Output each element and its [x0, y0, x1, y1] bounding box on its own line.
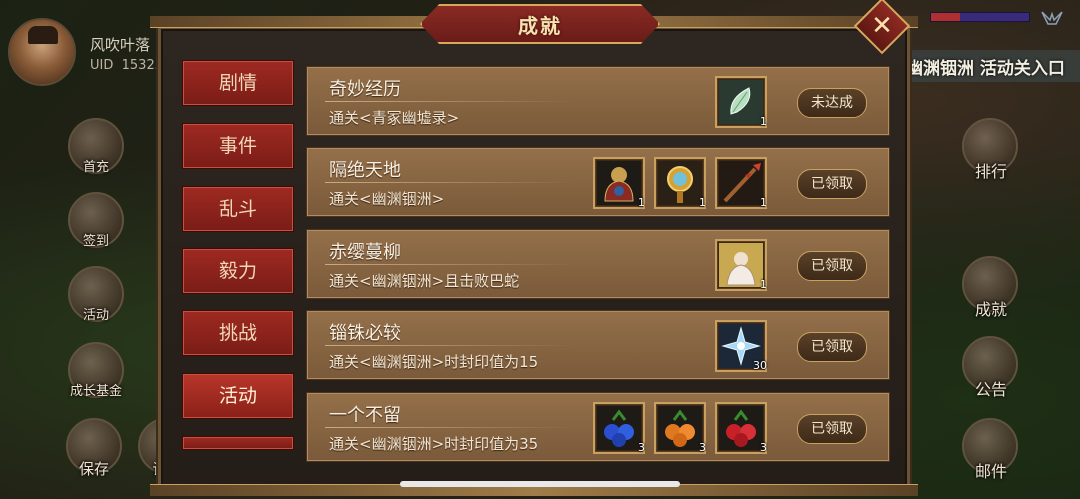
status-button-claimed[interactable]: 已领取 [797, 251, 867, 281]
uid-value: 15323 [121, 58, 163, 73]
checkin-label: 签到 [82, 234, 109, 249]
achievement-row: 奇妙经历 通关<青冢幽墟录> 1 未达成 [306, 66, 890, 136]
achievement-row: 锱铢必较 通关<幽渊铟洲>时封印值为15 30 已领取 [306, 310, 890, 380]
status-button-claimed[interactable]: 已领取 [797, 169, 867, 199]
row-divider [325, 182, 575, 183]
avatar[interactable] [8, 18, 76, 86]
notice-label: 公告 [974, 380, 1007, 399]
achievement-title: 一个不留 [329, 405, 401, 426]
tab-brawl[interactable]: 乱斗 [182, 186, 294, 232]
armor-icon[interactable]: 1 [593, 157, 645, 209]
achievement-label: 成就 [974, 300, 1007, 319]
achievement-desc: 通关<幽渊铟洲>时封印值为15 [329, 353, 539, 371]
achievement-desc: 通关<幽渊铟洲> [329, 190, 445, 208]
scroll-indicator[interactable] [400, 481, 680, 487]
achievement-title: 锱铢必较 [329, 323, 401, 344]
item-count: 1 [760, 115, 767, 128]
item-count: 3 [699, 441, 706, 454]
item-count: 30 [753, 359, 767, 372]
growth-fund-label: 成长基金 [69, 384, 122, 399]
row-divider [325, 101, 575, 102]
mail-label: 邮件 [974, 462, 1007, 481]
achievement-desc: 通关<青冢幽墟录> [329, 109, 460, 127]
tab-activity[interactable]: 活动 [182, 373, 294, 419]
event-entry-banner[interactable]: 幽渊铟洲 活动关入口 [900, 50, 1080, 82]
item-count: 1 [638, 196, 645, 209]
blue-berries-icon[interactable]: 3 [593, 402, 645, 454]
achievement-row: 隔绝天地 通关<幽渊铟洲> 1 1 1 已领取 [306, 147, 890, 217]
panel-title: 成就 [518, 14, 562, 38]
achievement-title: 隔绝天地 [329, 160, 401, 181]
achievement-desc: 通关<幽渊铟洲>时封印值为35 [329, 435, 539, 453]
achievement-title: 奇妙经历 [329, 79, 401, 100]
row-divider [325, 345, 575, 346]
status-button-claimed[interactable]: 已领取 [797, 332, 867, 362]
item-count: 3 [760, 441, 767, 454]
tab-story[interactable]: 剧情 [182, 60, 294, 106]
achievement-title: 赤缨蔓柳 [329, 242, 401, 263]
status-button-not-achieved[interactable]: 未达成 [797, 88, 867, 118]
item-count: 1 [760, 196, 767, 209]
achievement-row: 赤缨蔓柳 通关<幽渊铟洲>且击败巴蛇 1 已领取 [306, 229, 890, 299]
orange-berries-icon[interactable]: 3 [654, 402, 706, 454]
tab-challenge[interactable]: 挑战 [182, 310, 294, 356]
status-button-claimed[interactable]: 已领取 [797, 414, 867, 444]
tab-perseverance[interactable]: 毅力 [182, 248, 294, 294]
ranking-label: 排行 [974, 162, 1007, 181]
achievement-row: 一个不留 通关<幽渊铟洲>时封印值为35 3 3 3 已领取 [306, 392, 890, 462]
first-charge-label: 首充 [82, 160, 109, 175]
bird-icon [1040, 8, 1064, 28]
close-icon[interactable]: ✕ [862, 8, 902, 44]
golden-mirror-icon[interactable]: 1 [654, 157, 706, 209]
item-count: 3 [638, 441, 645, 454]
achievement-desc: 通关<幽渊铟洲>且击败巴蛇 [329, 272, 520, 290]
spear-icon[interactable]: 1 [715, 157, 767, 209]
row-divider [325, 427, 575, 428]
progress-bar [930, 12, 1030, 22]
leaf-feather-icon[interactable]: 1 [715, 76, 767, 128]
player-name: 风吹叶落 [90, 36, 151, 54]
uid-label: UID [90, 58, 114, 73]
player-uid: UID 15323 [90, 58, 163, 73]
player-info[interactable]: 风吹叶落 UID 15323 [6, 18, 181, 88]
ice-crystal-icon[interactable]: 30 [715, 320, 767, 372]
row-divider [325, 264, 575, 265]
tab-next-partial[interactable] [182, 436, 294, 450]
tab-events[interactable]: 事件 [182, 123, 294, 169]
item-count: 1 [699, 196, 706, 209]
save-label: 保存 [78, 460, 109, 478]
sage-portrait-icon[interactable]: 1 [715, 239, 767, 291]
red-berries-icon[interactable]: 3 [715, 402, 767, 454]
item-count: 1 [760, 278, 767, 291]
event-label: 活动 [82, 308, 109, 323]
